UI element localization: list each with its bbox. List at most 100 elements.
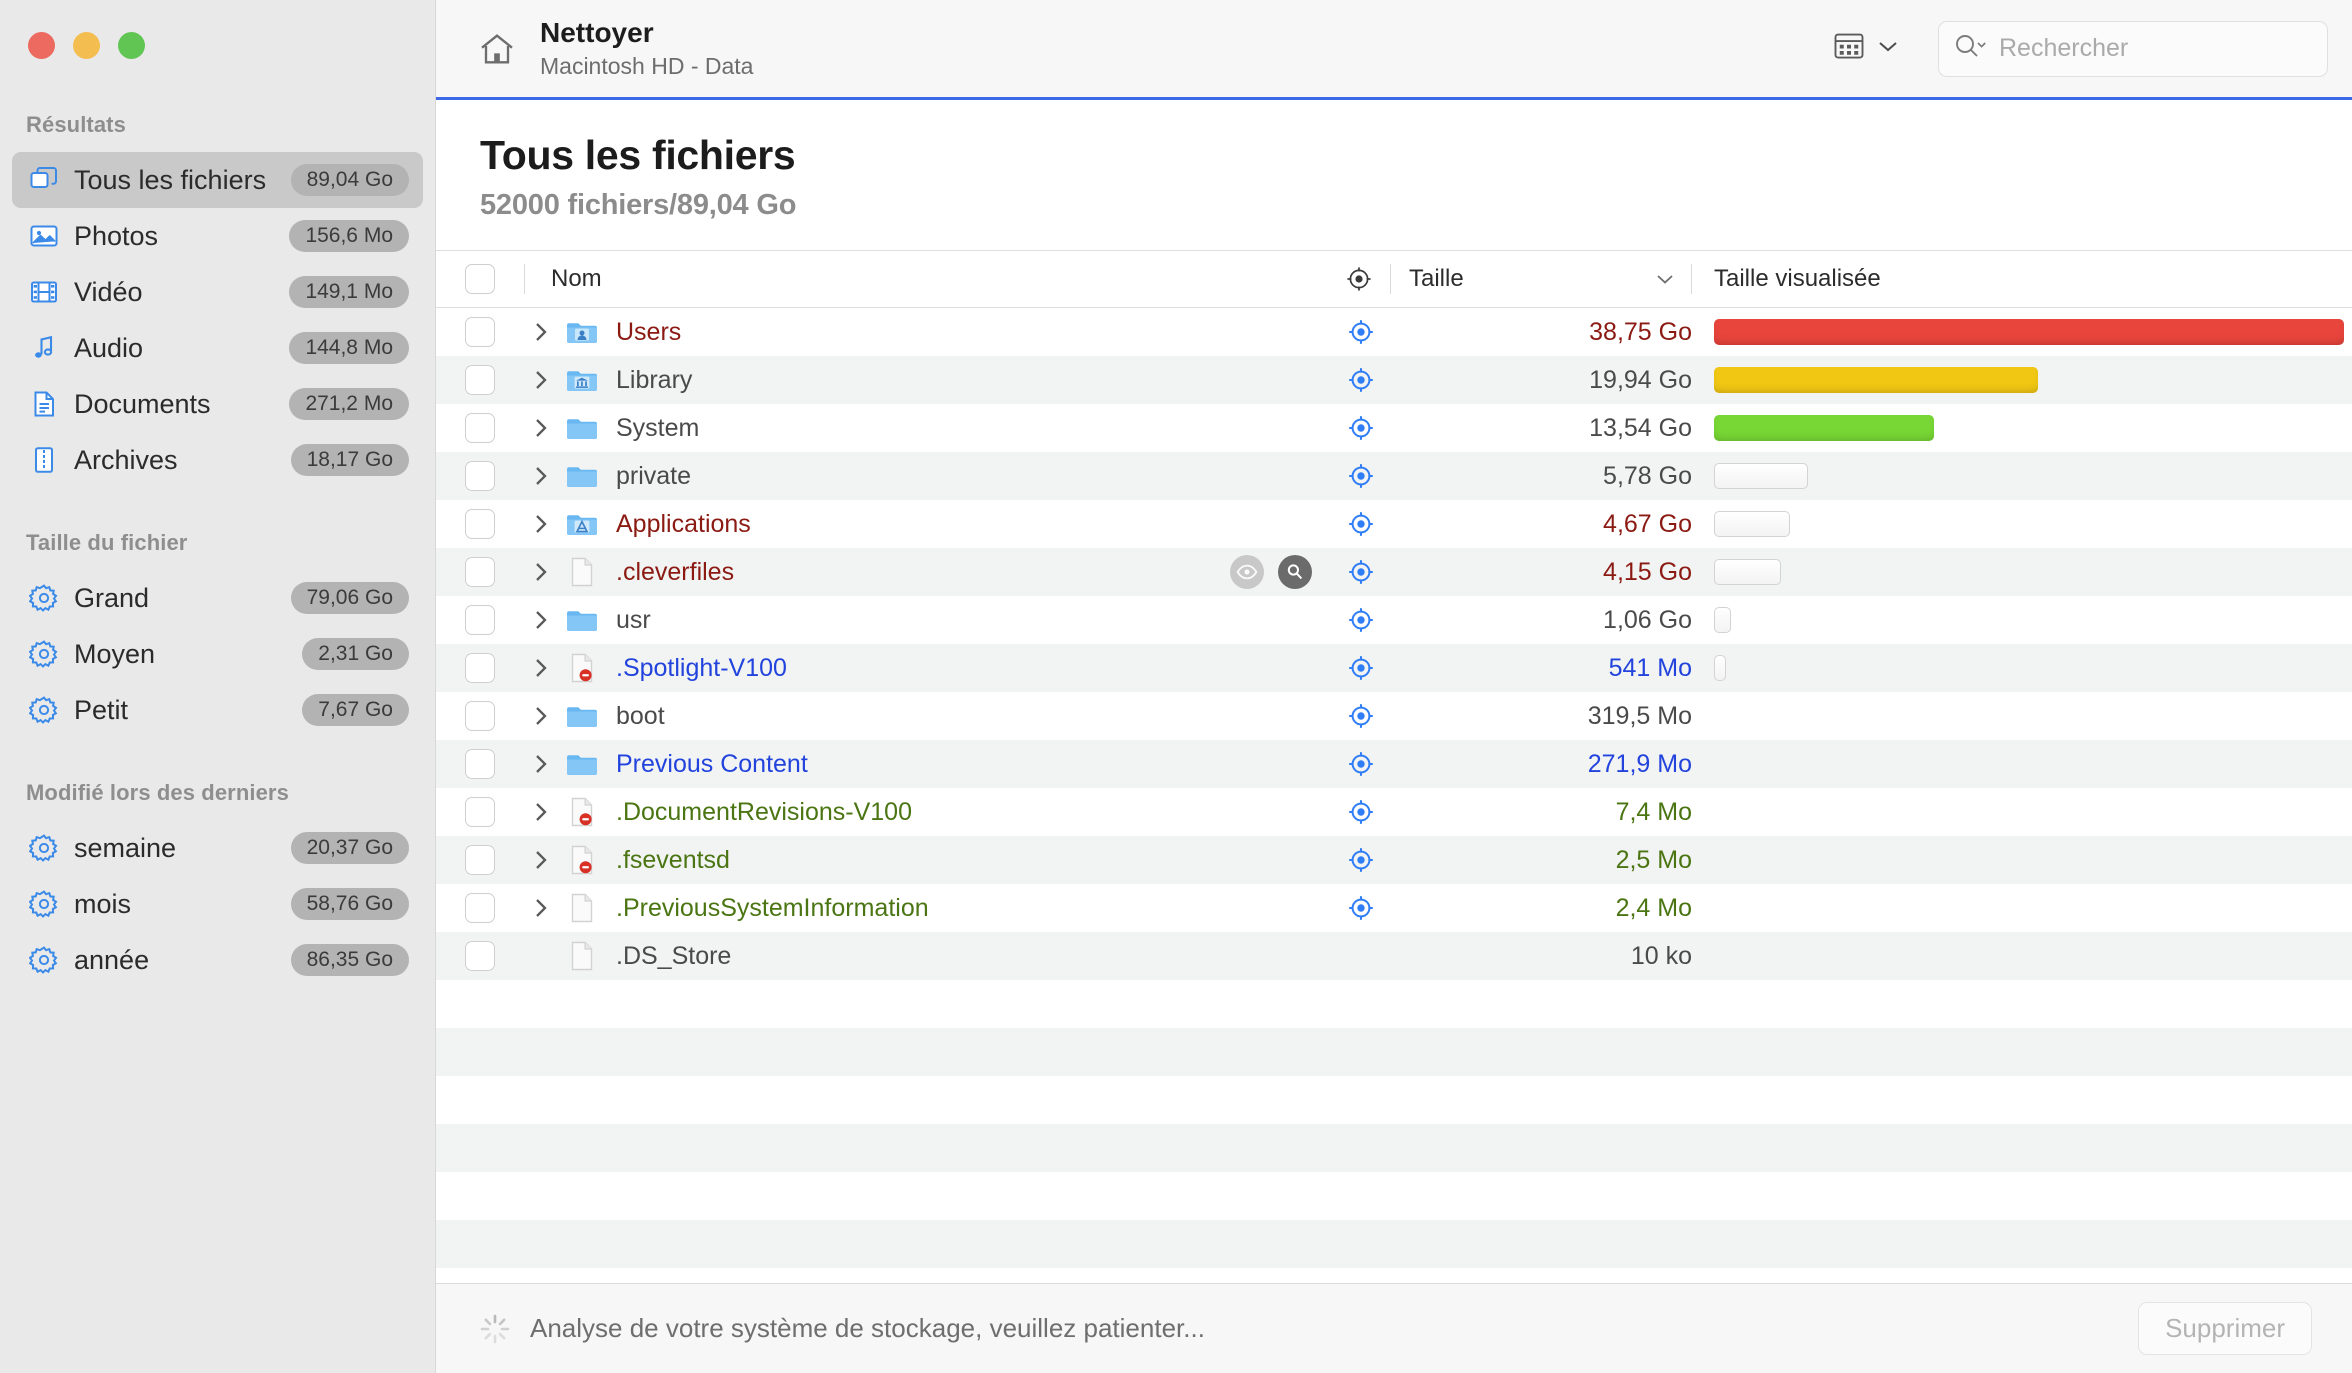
column-header-target[interactable] [1328,264,1390,294]
row-target-icon[interactable] [1330,461,1392,491]
table-row[interactable]: usr 1,06 Go [436,596,2352,644]
sidebar-item-label: Photos [74,220,159,251]
row-target-icon[interactable] [1330,413,1392,443]
row-checkbox[interactable] [436,413,524,443]
table-row[interactable]: .DS_Store 10 ko [436,932,2352,980]
sidebar-item-grand[interactable]: Grand 79,06 Go [12,570,423,626]
spinner-icon [478,1313,512,1345]
topbar-right: Rechercher [1822,20,2328,77]
row-target-icon[interactable] [1330,653,1392,683]
row-target-icon[interactable] [1330,365,1392,395]
row-checkbox[interactable] [436,749,524,779]
search-input[interactable]: Rechercher [1938,20,2328,77]
sidebar-item-vid-o[interactable]: Vidéo 149,1 Mo [12,264,423,320]
file-name: .cleverfiles [616,557,735,586]
size-bar [1714,655,1726,681]
row-size-cell: 5,78 Go [1392,462,1692,491]
delete-button[interactable]: Supprimer [2138,1302,2312,1355]
file-table: Nom Taille Taille visualisée Users 38,75… [436,250,2352,1283]
chevron-right-icon[interactable] [524,319,558,345]
row-checkbox[interactable] [436,845,524,875]
row-target-icon[interactable] [1330,701,1392,731]
row-checkbox[interactable] [436,509,524,539]
sidebar-item-petit[interactable]: Petit 7,67 Go [12,682,423,738]
column-header-size[interactable]: Taille [1391,265,1691,293]
sidebar-item-moyen[interactable]: Moyen 2,31 Go [12,626,423,682]
row-target-icon[interactable] [1330,797,1392,827]
row-name-cell: Previous Content [524,749,1330,779]
sort-chevron-down-icon[interactable] [1653,271,1691,287]
table-row[interactable]: Library 19,94 Go [436,356,2352,404]
chevron-right-icon[interactable] [524,655,558,681]
table-row[interactable]: .cleverfiles 4,15 Go [436,548,2352,596]
status-message: Analyse de votre système de stockage, ve… [530,1313,1205,1343]
sidebar-item-badge: 271,2 Mo [289,388,409,420]
row-checkbox[interactable] [436,797,524,827]
row-target-icon[interactable] [1330,557,1392,587]
table-row[interactable]: Previous Content 271,9 Mo [436,740,2352,788]
row-target-icon[interactable] [1330,317,1392,347]
eye-icon[interactable] [1230,555,1264,589]
minimize-button[interactable] [73,32,100,59]
column-header-name[interactable]: Nom [525,265,1328,293]
sidebar-item-mois[interactable]: mois 58,76 Go [12,876,423,932]
table-row[interactable]: private 5,78 Go [436,452,2352,500]
sidebar-item-audio[interactable]: Audio 144,8 Mo [12,320,423,376]
table-row[interactable]: boot 319,5 Mo [436,692,2352,740]
chevron-right-icon[interactable] [524,799,558,825]
row-checkbox[interactable] [436,941,524,971]
zoom-button[interactable] [118,32,145,59]
sidebar-item-archives[interactable]: Archives 18,17 Go [12,432,423,488]
magnifier-icon[interactable] [1278,555,1312,589]
view-mode-button[interactable] [1822,26,1912,71]
file-name: .Spotlight-V100 [616,653,787,682]
row-target-icon[interactable] [1330,893,1392,923]
row-target-icon[interactable] [1330,509,1392,539]
row-checkbox[interactable] [436,461,524,491]
table-row[interactable]: Users 38,75 Go [436,308,2352,356]
chevron-right-icon[interactable] [524,703,558,729]
row-checkbox[interactable] [436,605,524,635]
row-visual-size-bar [1692,415,2352,441]
row-checkbox[interactable] [436,365,524,395]
table-row[interactable]: System 13,54 Go [436,404,2352,452]
row-checkbox[interactable] [436,557,524,587]
row-name-cell: private [524,461,1330,491]
row-checkbox[interactable] [436,653,524,683]
chevron-right-icon[interactable] [524,463,558,489]
chevron-right-icon[interactable] [524,751,558,777]
chevron-right-icon[interactable] [524,559,558,585]
sidebar-item-ann-e[interactable]: année 86,35 Go [12,932,423,988]
folder-users-icon [562,317,602,347]
folder-library-icon [562,365,602,395]
sidebar-item-semaine[interactable]: semaine 20,37 Go [12,820,423,876]
table-row[interactable]: .DocumentRevisions-V100 7,4 Mo [436,788,2352,836]
table-empty-row [436,1268,2352,1283]
chevron-right-icon[interactable] [524,847,558,873]
row-target-icon[interactable] [1330,605,1392,635]
chevron-right-icon[interactable] [524,511,558,537]
sidebar-item-photos[interactable]: Photos 156,6 Mo [12,208,423,264]
row-target-icon[interactable] [1330,749,1392,779]
row-checkbox[interactable] [436,317,524,347]
table-row[interactable]: .Spotlight-V100 541 Mo [436,644,2352,692]
close-button[interactable] [28,32,55,59]
chevron-right-icon[interactable] [524,607,558,633]
chevron-right-icon[interactable] [524,895,558,921]
file-size: 7,4 Mo [1615,797,1692,826]
sidebar-item-documents[interactable]: Documents 271,2 Mo [12,376,423,432]
sidebar-item-tous-les-fichiers[interactable]: Tous les fichiers 89,04 Go [12,152,423,208]
table-row[interactable]: .fseventsd 2,5 Mo [436,836,2352,884]
chevron-right-icon[interactable] [524,367,558,393]
row-target-icon[interactable] [1330,845,1392,875]
select-all-checkbox[interactable] [436,264,524,294]
row-checkbox[interactable] [436,701,524,731]
folder-icon [562,413,602,443]
chevron-right-icon[interactable] [524,415,558,441]
row-checkbox[interactable] [436,893,524,923]
top-bar: Nettoyer Macintosh HD - Data Rechercher [436,0,2352,100]
table-row[interactable]: Applications 4,67 Go [436,500,2352,548]
size-bar [1714,367,2039,393]
table-row[interactable]: .PreviousSystemInformation 2,4 Mo [436,884,2352,932]
column-header-visual-size[interactable]: Taille visualisée [1692,265,2352,293]
